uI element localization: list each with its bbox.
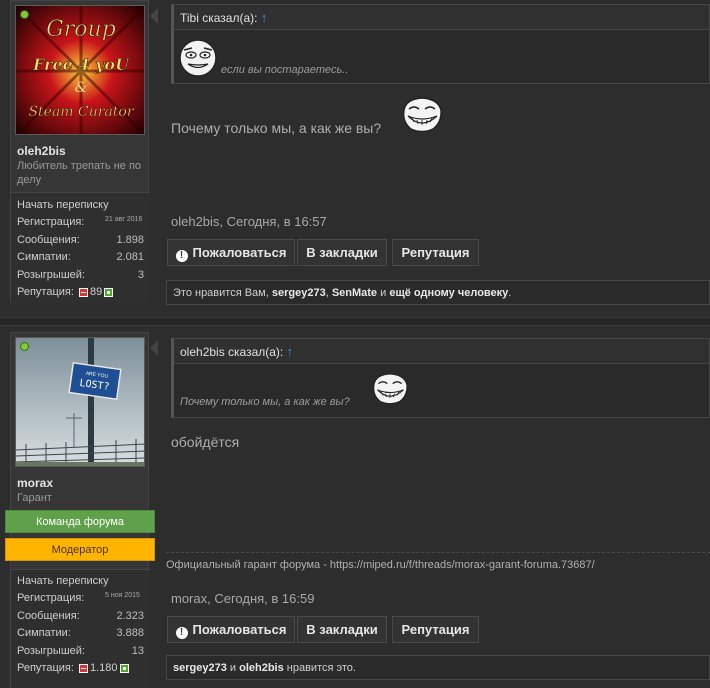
quote-text: если вы постараетесь.. bbox=[221, 64, 349, 76]
meme-face-icon bbox=[179, 39, 217, 77]
post-divider bbox=[0, 317, 710, 326]
trollface-icon bbox=[402, 97, 442, 133]
avatar-text-2: Free 4 yoU bbox=[32, 55, 130, 74]
reputation-minus-icon[interactable] bbox=[79, 663, 88, 673]
avatar-text-1: Group bbox=[46, 17, 116, 42]
username[interactable]: oleh2bis bbox=[17, 144, 66, 158]
stat-likes: Симпатии: 2.081 bbox=[17, 251, 144, 263]
reputation-button[interactable]: Репутация bbox=[392, 239, 479, 266]
report-icon: ! bbox=[175, 250, 188, 262]
message-pointer bbox=[150, 340, 158, 356]
avatar-image: ARE YOU LOST? bbox=[16, 338, 144, 466]
post-meta[interactable]: morax, Сегодня, в 16:59 bbox=[171, 591, 314, 606]
stat-giveaways: Розыгрышей: 13 bbox=[17, 645, 144, 657]
quote-jump-arrow-icon[interactable]: ↑ bbox=[287, 344, 294, 359]
avatar-text-3: & bbox=[75, 80, 87, 96]
reputation-value: 1.180 bbox=[90, 662, 118, 674]
trollface-icon bbox=[372, 373, 408, 405]
username[interactable]: morax bbox=[17, 476, 53, 490]
reputation-button[interactable]: Репутация bbox=[392, 616, 479, 643]
user-avatar[interactable]: Group Free 4 yoU & Steam Curator bbox=[15, 5, 145, 135]
online-indicator bbox=[20, 10, 29, 19]
report-icon: ! bbox=[175, 627, 188, 639]
user-title: Гарант bbox=[17, 492, 52, 504]
quote-body: если вы постараетесь.. bbox=[174, 30, 709, 84]
banner-moderator: Модератор bbox=[5, 538, 155, 561]
quote-header: Tibi сказал(а): ↑ bbox=[174, 5, 709, 30]
user-extra-info: Начать переписку Регистрация: 5 ноя 2015… bbox=[11, 569, 150, 688]
like-user-link[interactable]: SenMate bbox=[332, 287, 377, 299]
stat-messages: Сообщения: 1.898 bbox=[17, 234, 144, 246]
quote-jump-arrow-icon[interactable]: ↑ bbox=[261, 10, 268, 25]
user-avatar[interactable]: ARE YOU LOST? bbox=[15, 337, 145, 467]
quote-block: Tibi сказал(а): ↑ если вы постараетесь.. bbox=[171, 4, 710, 84]
signature-divider bbox=[166, 552, 710, 553]
stat-messages: Сообщения: 2.323 bbox=[17, 610, 144, 622]
message-pointer bbox=[150, 8, 158, 24]
stat-reputation: Репутация: 89 bbox=[17, 286, 144, 302]
post-meta[interactable]: oleh2bis, Сегодня, в 16:57 bbox=[171, 214, 327, 229]
quote-author[interactable]: Tibi сказал(а): bbox=[180, 11, 257, 25]
report-button[interactable]: ! Пожаловаться bbox=[167, 616, 295, 643]
banner-forum-team: Команда форума bbox=[5, 510, 155, 533]
like-user-link[interactable]: oleh2bis bbox=[239, 662, 284, 674]
start-conversation-link[interactable]: Начать переписку bbox=[17, 575, 144, 591]
likes-summary: sergey273 и oleh2bis нравится это. bbox=[166, 655, 710, 680]
avatar-image: Group Free 4 yoU & Steam Curator bbox=[16, 6, 144, 134]
post-1: Group Free 4 yoU & Steam Curator oleh2bi… bbox=[0, 0, 710, 317]
reputation-plus-icon[interactable] bbox=[104, 287, 114, 297]
user-info-panel: Group Free 4 yoU & Steam Curator oleh2bi… bbox=[10, 0, 150, 303]
bookmark-button[interactable]: В закладки bbox=[297, 616, 387, 643]
like-user-link[interactable]: sergey273 bbox=[272, 287, 326, 299]
report-button[interactable]: ! Пожаловаться bbox=[167, 239, 295, 266]
message-text: Почему только мы, а как же вы? bbox=[171, 120, 382, 136]
quote-text: Почему только мы, а как же вы? bbox=[180, 396, 350, 408]
likes-summary: Это нравится Вам, sergey273, SenMate и е… bbox=[166, 280, 710, 305]
quote-block: oleh2bis сказал(а): ↑ Почему только мы, … bbox=[171, 338, 710, 418]
start-conversation-link[interactable]: Начать переписку bbox=[17, 199, 144, 215]
user-title: Любитель трепать не по делу bbox=[17, 160, 142, 186]
bookmark-button[interactable]: В закладки bbox=[297, 239, 387, 266]
quote-author[interactable]: oleh2bis сказал(а): bbox=[180, 345, 283, 359]
stat-likes: Симпатии: 3.888 bbox=[17, 627, 144, 639]
quote-header: oleh2bis сказал(а): ↑ bbox=[174, 339, 709, 364]
message-text: обойдётся bbox=[171, 434, 240, 450]
reputation-plus-icon[interactable] bbox=[119, 663, 129, 673]
post-2: ARE YOU LOST? morax Гарант Начать перепи bbox=[0, 326, 710, 688]
like-user-link[interactable]: sergey273 bbox=[173, 662, 227, 674]
quote-body: Почему только мы, а как же вы? bbox=[174, 364, 709, 418]
reputation-minus-icon[interactable] bbox=[79, 287, 88, 297]
signature[interactable]: Официальный гарант форума - https://mipe… bbox=[166, 559, 595, 571]
avatar-text-4: Steam Curator bbox=[28, 104, 134, 120]
stat-giveaways: Розыгрышей: 3 bbox=[17, 269, 144, 281]
stat-reputation: Репутация: 1.180 bbox=[17, 662, 144, 678]
user-extra-info: Начать переписку Регистрация: 21 авг 201… bbox=[11, 192, 150, 303]
like-more-link[interactable]: ещё одному человеку bbox=[389, 287, 508, 299]
stat-registration: Регистрация: 5 ноя 2015 bbox=[17, 592, 140, 604]
reputation-value: 89 bbox=[90, 286, 103, 298]
online-indicator bbox=[20, 342, 29, 351]
stat-registration: Регистрация: 21 авг 2016 bbox=[17, 216, 143, 228]
